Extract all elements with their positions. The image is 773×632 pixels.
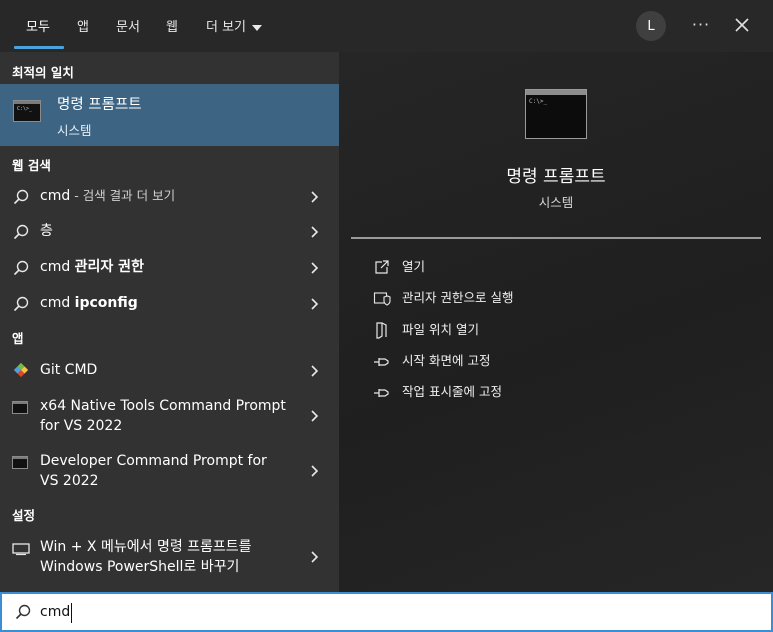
settings-header: 설정 <box>12 508 36 523</box>
tab-more[interactable]: 더 보기 <box>206 16 263 35</box>
pin-icon <box>374 358 389 366</box>
monitor-icon <box>12 543 30 556</box>
chevron-right-icon <box>311 191 319 203</box>
search-box <box>0 592 773 632</box>
close-icon <box>735 18 749 32</box>
search-input[interactable] <box>40 600 740 624</box>
settings-item-powershell[interactable]: Win + X 메뉴에서 명령 프롬프트를 Windows PowerShell로… <box>0 537 339 581</box>
chevron-right-icon <box>311 365 319 377</box>
app-item-developer-command-prompt[interactable]: Developer Command Prompt for VS 2022 <box>0 451 339 495</box>
search-icon <box>13 189 29 205</box>
search-icon <box>15 604 31 620</box>
web-result-bold: ipconfig <box>74 295 138 311</box>
open-icon <box>375 260 389 274</box>
tab-more-label: 더 보기 <box>206 20 247 35</box>
command-prompt-icon: C:\>_ <box>525 89 587 139</box>
app-item-git-cmd[interactable]: Git CMD <box>0 358 339 382</box>
action-label: 작업 표시줄에 고정 <box>402 384 502 399</box>
app-label-line2: for VS 2022 <box>40 418 123 434</box>
chevron-right-icon <box>311 551 319 563</box>
best-match-subtitle: 시스템 <box>57 123 92 138</box>
web-result-suffix: - 검색 결과 더 보기 <box>70 188 176 203</box>
settings-label-line2: Windows PowerShell로 바꾸기 <box>40 559 240 575</box>
action-label: 파일 위치 열기 <box>402 322 479 337</box>
svg-text:C:\>_: C:\>_ <box>529 98 547 105</box>
chevron-down-icon <box>252 24 263 31</box>
chevron-right-icon <box>311 226 319 238</box>
web-result-query: 층 <box>40 223 53 239</box>
best-match-item[interactable]: C:\>_ 명령 프롬프트 시스템 <box>0 84 339 146</box>
action-label: 관리자 권한으로 실행 <box>402 290 514 305</box>
web-result-bold: 관리자 권한 <box>74 259 144 275</box>
tab-apps[interactable]: 앱 <box>77 16 89 35</box>
apps-header: 앱 <box>12 331 24 346</box>
search-icon <box>13 224 29 240</box>
console-icon <box>12 456 28 469</box>
chevron-right-icon <box>311 410 319 422</box>
chevron-right-icon <box>311 298 319 310</box>
avatar[interactable]: L <box>636 11 666 41</box>
chevron-right-icon <box>311 465 319 477</box>
tab-web[interactable]: 웹 <box>166 16 178 35</box>
tab-documents[interactable]: 문서 <box>116 16 140 35</box>
folder-icon <box>376 322 387 339</box>
action-label: 시작 화면에 고정 <box>402 353 491 368</box>
shield-icon <box>373 292 391 306</box>
web-result-query: cmd <box>40 188 71 204</box>
search-header: 모두 앱 문서 웹 더 보기 L ··· <box>0 0 773 52</box>
search-icon <box>13 296 29 312</box>
app-label-line1: x64 Native Tools Command Prompt <box>40 398 286 414</box>
preview-app-subtitle: 시스템 <box>538 195 574 210</box>
preview-panel: C:\>_ 명령 프롬프트 시스템 열기 관리자 권한으로 실행 파일 위치 열… <box>339 52 773 592</box>
settings-label-line1: Win + X 메뉴에서 명령 프롬프트를 <box>40 539 252 555</box>
results-panel: 최적의 일치 C:\>_ 명령 프롬프트 시스템 웹 검색 cmd - 검색 결… <box>0 52 339 592</box>
app-label-line2: VS 2022 <box>40 473 99 489</box>
web-result-item[interactable]: cmd - 검색 결과 더 보기 <box>0 185 339 209</box>
more-options-button[interactable]: ··· <box>688 12 714 38</box>
preview-app-title: 명령 프롬프트 <box>506 167 606 187</box>
command-prompt-icon: C:\>_ <box>13 100 41 122</box>
app-item-x64-native-tools[interactable]: x64 Native Tools Command Prompt for VS 20… <box>0 396 339 440</box>
action-label: 열기 <box>402 259 426 274</box>
app-label-line1: Developer Command Prompt for <box>40 453 267 469</box>
tab-all[interactable]: 모두 <box>26 16 50 35</box>
web-result-item[interactable]: cmd 관리자 권한 <box>0 256 339 280</box>
web-result-query: cmd <box>40 295 75 311</box>
web-result-query: cmd <box>40 259 75 275</box>
web-search-header: 웹 검색 <box>12 158 51 173</box>
text-cursor <box>71 603 72 623</box>
best-match-header: 최적의 일치 <box>12 65 74 80</box>
best-match-title: 명령 프롬프트 <box>57 97 142 113</box>
git-cmd-icon <box>13 362 29 378</box>
search-icon <box>13 260 29 276</box>
web-result-item[interactable]: 층 <box>0 220 339 244</box>
active-tab-indicator <box>14 46 64 49</box>
chevron-right-icon <box>311 262 319 274</box>
close-button[interactable] <box>729 12 755 38</box>
divider <box>351 237 761 239</box>
web-result-item[interactable]: cmd ipconfig <box>0 292 339 316</box>
pin-icon <box>374 389 389 397</box>
console-icon <box>12 401 28 414</box>
app-label: Git CMD <box>40 362 98 378</box>
